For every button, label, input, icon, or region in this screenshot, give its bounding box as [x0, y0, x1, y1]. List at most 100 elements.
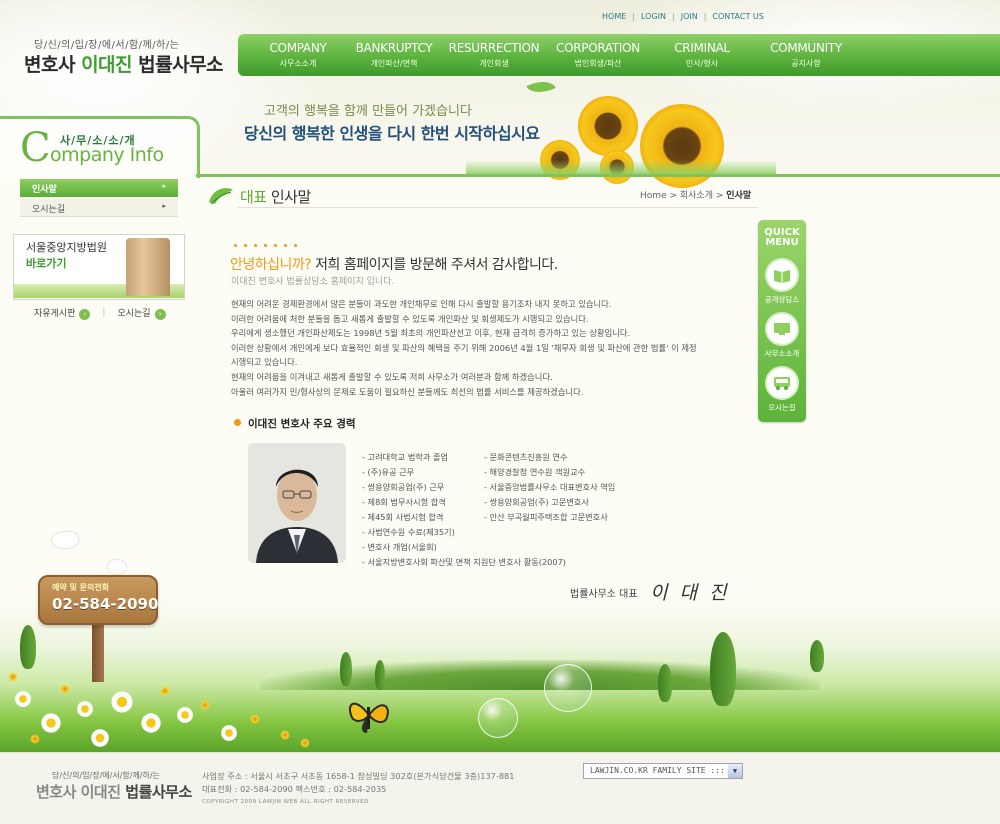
quick-item-label: 공개상담소 [764, 295, 800, 304]
greeting-headline: 안녕하십니까? 저희 홈페이지를 방문해 주셔서 감사합니다. [230, 254, 558, 274]
breadcrumb-company[interactable]: 회사소개 [680, 191, 713, 201]
signature-label: 법률사무소 대표 [570, 589, 638, 600]
nav-criminal[interactable]: CRIMINAL 민사/형사 [650, 34, 754, 76]
quick-consult-button[interactable]: 공개상담소 [760, 258, 804, 305]
footer-copyright: COPYRIGHT 2009 LAWJIN WEB ALL RIGHT RESE… [202, 799, 372, 805]
career-list-right: - 문화콘텐츠진흥원 연수 - 해양경찰청 연수원 객원교수 - 서울중앙법률사… [484, 450, 615, 525]
daisy-flower [40, 712, 62, 734]
login-link[interactable]: LOGIN [641, 12, 666, 21]
court-name: 서울중앙지방법원 [26, 241, 107, 254]
nav-community[interactable]: COMMUNITY 공지사항 [754, 34, 858, 76]
nav-bankruptcy[interactable]: BANKRUPTCY 개인파산/면책 [346, 34, 442, 76]
intro-line: 현재의 어려운 경제환경에서 많은 분들이 과도한 개인채무로 인해 다시 출발… [231, 299, 612, 309]
family-site-select[interactable]: LAWJIN.CO.KR FAMILY SITE ::: ▼ [583, 763, 743, 779]
separator: | [632, 12, 635, 21]
sidebar-title-english: ompany Info [50, 144, 164, 166]
yellow-flower [250, 714, 260, 724]
nav-resurrection[interactable]: RESURRECTION 개인회생 [442, 34, 546, 76]
daisy-flower [176, 706, 194, 724]
bubble-decoration [478, 698, 518, 738]
nav-sublabel: 민사/형사 [685, 59, 719, 68]
sidebar-item-label: 인사말 [32, 185, 57, 195]
nav-label: CORPORATION [556, 41, 640, 55]
nav-sublabel: 사무소소개 [279, 59, 317, 68]
tree-illustration [20, 625, 36, 669]
contact-us-link[interactable]: CONTACT US [712, 12, 763, 21]
footer-logo: 변호사 이대진 법률사무소 [36, 781, 192, 802]
book-icon [765, 258, 799, 292]
daisy-flower [90, 728, 110, 748]
global-navigation: COMPANY 사무소소개 BANKRUPTCY 개인파산/면책 RESURRE… [238, 34, 1000, 76]
footer-info: 사업장 주소 : 서울시 서초구 서초동 1658-1 참성빌딩 302호(본가… [202, 770, 514, 809]
career-item: - 문화콘텐츠진흥원 연수 [484, 452, 568, 462]
chevron-down-icon: ▼ [728, 764, 742, 778]
daisy-flower [14, 690, 32, 708]
separator: | [703, 12, 707, 21]
quick-directions-button[interactable]: 오시는길 [760, 366, 804, 413]
arrow-circle-icon: › [154, 309, 166, 320]
separator: | [672, 12, 675, 21]
home-link[interactable]: HOME [602, 12, 626, 21]
logo-slogan: 당/신/의/입/장/에/서/함/께/하/는 [34, 40, 180, 51]
signature-name: 이 대 진 [650, 582, 730, 604]
join-link[interactable]: JOIN [681, 12, 698, 21]
quick-title-line: MENU [765, 237, 799, 248]
leaf-icon [209, 188, 233, 205]
link-label: 오시는길 [117, 309, 151, 319]
breadcrumb-current: 인사말 [726, 191, 752, 201]
breadcrumb-separator: > [715, 191, 724, 201]
yellow-flower [300, 738, 310, 748]
nav-sublabel: 법인회생/파산 [574, 59, 622, 68]
lawyer-portrait [248, 443, 346, 563]
arrow-right-icon: ▸ [162, 182, 166, 190]
breadcrumb-home[interactable]: Home [640, 191, 667, 201]
sidebar-item-directions[interactable]: 오시는길 ▸ [20, 199, 178, 217]
nav-label: COMPANY [269, 41, 327, 55]
divider [196, 174, 1000, 177]
banner-slogan-sub: 고객의 행복을 함께 만들어 가겠습니다 [264, 104, 472, 119]
yellow-flower [30, 734, 40, 744]
greeting-rest: 저희 홈페이지를 방문해 주셔서 감사합니다. [311, 257, 558, 273]
sunflower-illustration [578, 96, 638, 156]
logo-prefix: 변호사 [24, 54, 82, 76]
site-logo[interactable]: 변호사 이대진 법률사무소 [24, 50, 224, 77]
breadcrumb-separator: > [669, 191, 677, 201]
directions-link[interactable]: 오시는길 › [117, 306, 166, 320]
greeting-subtitle: 이대진 변호사 법률상담소 홈페이지 입니다. [231, 277, 395, 287]
sign-post [92, 622, 104, 682]
tree-illustration [710, 632, 736, 706]
tree-illustration [810, 640, 824, 672]
daisy-flower [220, 724, 238, 742]
intro-line: 현재의 어려움을 이겨내고 새롭게 출발할 수 있도록 저희 사무소가 여러분과… [231, 371, 553, 382]
quick-about-button[interactable]: 사무소소개 [760, 312, 804, 359]
nav-company[interactable]: COMPANY 사무소소개 [250, 34, 346, 76]
intro-line: 이러한 어려움에 처한 분들을 돕고 새롭게 출발할 수 있도록 개인파산 및 … [231, 313, 589, 324]
intro-text: 현재의 어려운 경제환경에서 많은 분들이 과도한 개인채무로 인해 다시 출발… [231, 297, 721, 399]
career-heading: 이대진 변호사 주요 경력 [248, 418, 356, 430]
career-item: - 쌍용양회공업(주) 고문변호사 [484, 497, 589, 507]
daisy-flower [76, 700, 94, 718]
nav-corporation[interactable]: CORPORATION 법인회생/파산 [546, 34, 650, 76]
arrow-right-icon: ▸ [162, 202, 166, 210]
yellow-flower [60, 684, 70, 694]
separator: | [102, 308, 106, 318]
career-item: - 해양경찰청 연수원 객원교수 [484, 467, 586, 477]
nav-label: RESURRECTION [448, 41, 540, 55]
footer-logo-prefix: 변호사 이대진 [36, 783, 126, 801]
dove-icon [52, 532, 78, 548]
sidebar-item-greeting[interactable]: 인사말 ▸ [20, 179, 178, 197]
yellow-flower [200, 700, 210, 710]
sidebar-quick-links: 자유게시판 › | 오시는길 › [34, 306, 166, 320]
yellow-flower [8, 672, 18, 682]
footer-slogan: 당/신/의/입/장/에/서/함/께/하/는 [52, 771, 160, 780]
intro-line: 이러한 상황에서 개인에게 보다 효율적인 회생 및 파산의 혜택을 주기 위해… [231, 342, 697, 353]
family-site-value: LAWJIN.CO.KR FAMILY SITE ::: [590, 766, 725, 775]
nav-label: CRIMINAL [674, 41, 730, 55]
free-board-link[interactable]: 자유게시판 › [34, 306, 91, 320]
footer-logo-suffix: 법률사무소 [125, 783, 192, 801]
tree-illustration [658, 664, 672, 702]
intro-line: 우리에게 생소했던 개인파산제도는 1998년 5월 최초의 개인파산선고 이후… [231, 328, 631, 339]
career-item: - 사법연수원 수료(제35기) [362, 527, 455, 537]
tree-illustration [375, 660, 385, 690]
tree-illustration [340, 652, 352, 686]
